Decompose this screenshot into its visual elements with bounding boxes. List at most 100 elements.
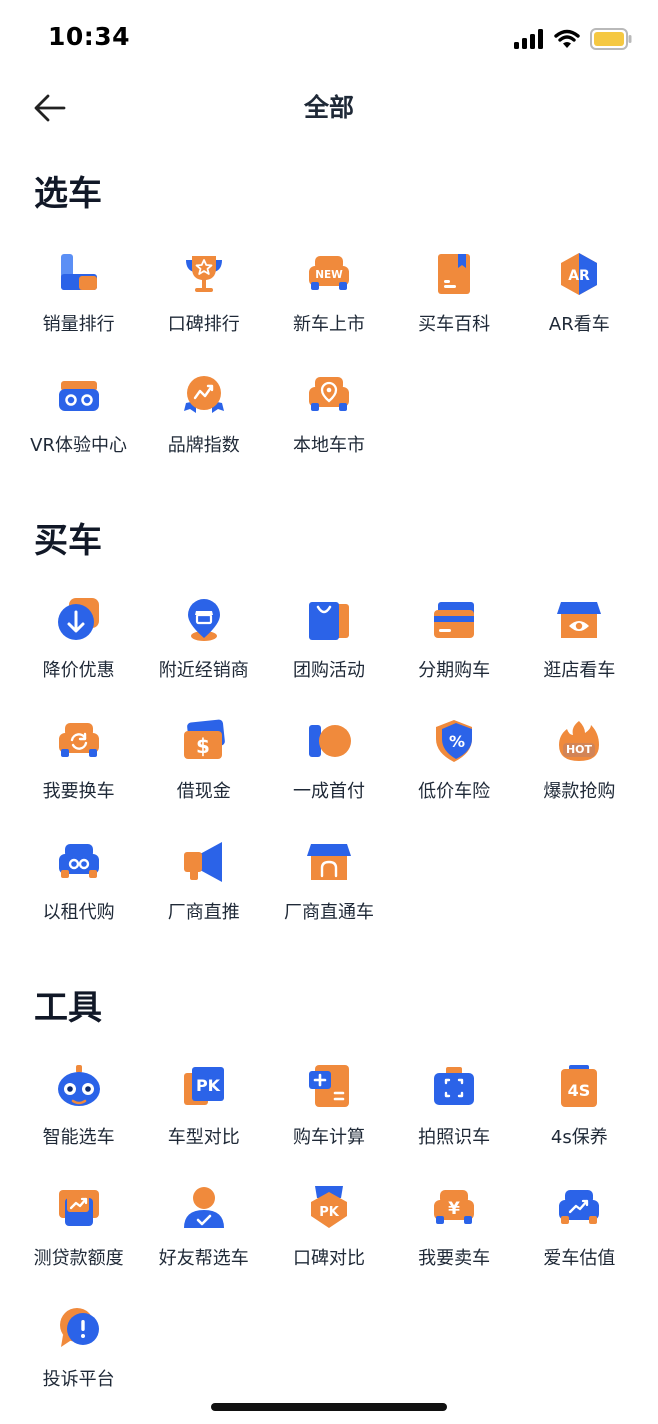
grid-item-calculator[interactable]: 购车计算 [266,1055,391,1176]
grid-item-label: 以租代购 [42,902,115,923]
grid-item-robot[interactable]: 智能选车 [16,1055,141,1176]
grid-item-label: 新车上市 [292,314,365,335]
grid-item-loan-chart[interactable]: 测贷款额度 [16,1176,141,1297]
grid-item-pk-compare[interactable]: PK 车型对比 [141,1055,266,1176]
grid-item-label: 车型对比 [167,1127,240,1148]
grid-item-4s-maintenance[interactable]: 4S 4s保养 [517,1055,642,1176]
grid-item-storefront-eye[interactable]: 逛店看车 [517,588,642,709]
wifi-icon [554,29,580,48]
grid-item-price-drop[interactable]: 降价优惠 [16,588,141,709]
grid-item-sales-rank[interactable]: 销量排行 [16,242,141,363]
grid-item-vr-goggles[interactable]: VR体验中心 [16,363,141,484]
svg-text:$: $ [196,734,210,758]
grid-item-down-payment[interactable]: 一成首付 [266,709,391,830]
nearby-dealer-pin-icon [187,599,220,641]
svg-text:AR: AR [569,268,591,284]
grid-item-local-market-car-pin[interactable]: 本地车市 [266,363,391,484]
cellular-signal-icon [514,29,543,49]
grid-item-label: 测贷款额度 [33,1248,124,1269]
pk-compare-icon: PK [183,1067,224,1105]
grid-item-pk-badge[interactable]: PK 口碑对比 [266,1176,391,1297]
grid-item-label: 本地车市 [292,435,365,456]
local-market-car-pin-icon [308,377,349,411]
grid-item-label: VR体验中心 [30,435,127,456]
grid-item-label: 购车计算 [292,1127,365,1148]
grid-item-label: 爱车估值 [543,1248,616,1269]
storefront-eye-icon [557,602,602,638]
status-icons [514,28,632,50]
grid-item-lease-car-key[interactable]: 以租代购 [16,830,141,951]
grid-item-label: 拍照识车 [418,1127,491,1148]
grid-item-new-car[interactable]: NEW 新车上市 [266,242,391,363]
grid-item-credit-card[interactable]: 分期购车 [392,588,517,709]
new-car-icon: NEW [308,256,349,290]
grid-item-label: 爆款抢购 [543,781,616,802]
calculator-icon [308,1065,349,1107]
battery-icon [590,28,632,50]
grid-item-car-swap[interactable]: 我要换车 [16,709,141,830]
section-title-tools: 工具 [34,988,102,1028]
page-title: 全部 [303,93,354,122]
friend-help-icon [183,1187,224,1228]
grid-item-brand-index-medal[interactable]: 品牌指数 [141,363,266,484]
lease-car-key-icon [58,844,99,878]
grid-item-sell-car-yen[interactable]: ¥ 我要卖车 [392,1176,517,1297]
grid-item-trophy[interactable]: 口碑排行 [141,242,266,363]
direct-store-icon [306,844,351,880]
section-title-select-car: 选车 [34,174,102,214]
svg-text:PK: PK [319,1205,340,1220]
sell-car-yen-icon: ¥ [434,1190,475,1224]
select-car-grid: 销量排行 口碑排行 NEW 新车上市 买车百科 AR AR看车 VR体验中心 品牌指数 本地车市 [16,242,642,484]
down-payment-icon [308,725,351,757]
grid-item-label: 品牌指数 [167,435,240,456]
encyclopedia-book-icon [438,254,471,294]
buy-car-grid: 降价优惠 附近经销商 团购活动 分期购车 逛店看车 我要换车 $ 借现金 一成首付% 低价车险 HO… [16,588,642,951]
grid-item-camera-scan[interactable]: 拍照识车 [392,1055,517,1176]
status-time: 10:34 [48,22,131,51]
svg-text:%: % [449,732,465,751]
grid-item-complaint-bubble[interactable]: 投诉平台 [16,1297,141,1418]
section-title-buy-car: 买车 [34,521,102,561]
car-swap-icon [58,723,99,757]
grid-item-label: 一成首付 [292,781,365,802]
grid-item-insurance-shield[interactable]: % 低价车险 [392,709,517,830]
loan-chart-icon [58,1190,99,1226]
grid-item-label: 口碑排行 [167,314,240,335]
camera-scan-icon [434,1067,475,1105]
grid-item-ar-cube[interactable]: AR AR看车 [517,242,642,363]
grid-item-label: 附近经销商 [158,660,249,681]
trophy-icon [185,256,222,292]
grid-item-direct-store[interactable]: 厂商直通车 [266,830,391,951]
grid-item-megaphone[interactable]: 厂商直推 [141,830,266,951]
grid-item-label: 低价车险 [418,781,491,802]
hot-flame-icon: HOT [559,721,600,761]
insurance-shield-icon: % [436,720,473,762]
grid-item-car-valuation[interactable]: 爱车估值 [517,1176,642,1297]
grid-item-hot-flame[interactable]: HOT 爆款抢购 [517,709,642,830]
brand-index-medal-icon [183,376,224,413]
price-drop-icon [57,598,99,640]
4s-maintenance-icon: 4S [561,1065,598,1107]
grid-item-nearby-dealer-pin[interactable]: 附近经销商 [141,588,266,709]
grid-item-encyclopedia-book[interactable]: 买车百科 [392,242,517,363]
grid-item-label: 口碑对比 [292,1248,365,1269]
megaphone-icon [183,842,222,882]
grid-item-label: 分期购车 [418,660,491,681]
grid-item-label: 智能选车 [42,1127,115,1148]
grid-item-label: 销量排行 [42,314,115,335]
grid-item-friend-help[interactable]: 好友帮选车 [141,1176,266,1297]
home-indicator [211,1403,447,1411]
grid-item-label: 借现金 [176,781,231,802]
grid-item-label: 厂商直推 [167,902,240,923]
status-bar: 10:34 [0,0,658,80]
svg-text:HOT: HOT [566,743,593,756]
grid-item-cash-dollar[interactable]: $ 借现金 [141,709,266,830]
cash-dollar-icon: $ [183,719,225,759]
grid-item-label: 买车百科 [418,314,491,335]
grid-item-shopping-bag[interactable]: 团购活动 [266,588,391,709]
grid-item-label: 降价优惠 [42,660,115,681]
grid-item-label: 我要换车 [42,781,115,802]
complaint-bubble-icon [59,1308,99,1347]
vr-goggles-icon [58,381,99,411]
svg-text:PK: PK [196,1076,221,1095]
